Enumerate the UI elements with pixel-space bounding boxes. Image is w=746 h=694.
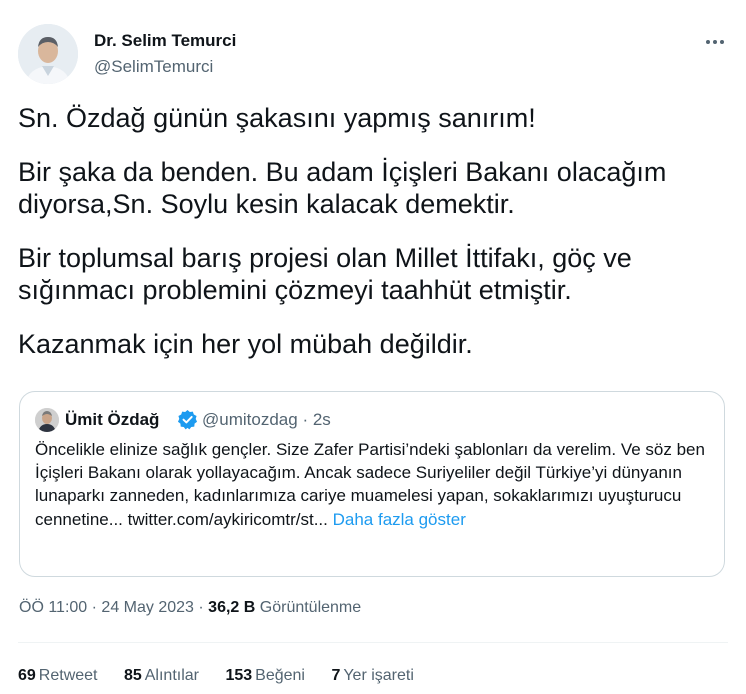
more-options-button[interactable] (700, 30, 730, 54)
tweet-date[interactable]: 24 May 2023 (101, 599, 194, 616)
meta-separator: · (91, 599, 97, 616)
tweet: Dr. Selim Temurci @SelimTemurci Sn. Özda… (0, 0, 746, 694)
quote-text: Öncelikle elinize sağlık gençler. Size Z… (35, 438, 719, 531)
likes-stat[interactable]: 153 Beğeni (225, 667, 305, 685)
tweet-paragraph: Bir toplumsal barış projesi olan Millet … (18, 243, 632, 305)
stat-label: Alıntılar (144, 667, 199, 684)
tweet-paragraph: Sn. Özdağ günün şakasını yapmış sanırım! (18, 103, 536, 133)
stat-count: 85 (123, 667, 142, 684)
more-horizontal-icon (706, 40, 724, 44)
tweet-meta: ÖÖ 11:00 · 24 May 2023 · 36,2 B Görüntül… (19, 599, 361, 617)
quoted-tweet-card[interactable]: Ümit Özdağ @umitozdag · 2s Öncelikle eli… (19, 391, 725, 577)
verified-badge-icon (177, 409, 198, 430)
stat-label: Yer işareti (343, 667, 414, 684)
quotes-stat[interactable]: 85 Alıntılar (124, 667, 199, 685)
show-more-link[interactable]: Daha fazla göster (333, 510, 466, 529)
bookmarks-stat[interactable]: 7 Yer işareti (331, 667, 413, 685)
stat-label: Retweet (38, 667, 98, 684)
stat-count: 7 (331, 667, 341, 684)
stat-count: 153 (225, 667, 253, 684)
quote-handle-text: @umitozdag (202, 410, 298, 429)
quote-separator: · (302, 410, 309, 429)
author-name[interactable]: Dr. Selim Temurci (94, 31, 236, 51)
stat-label: Beğeni (255, 667, 305, 684)
stat-count: 69 (18, 667, 36, 684)
quote-author-name: Ümit Özdağ (65, 410, 160, 429)
quote-time: 2s (312, 410, 331, 429)
tweet-stats: 69 Retweet 85 Alıntılar 153 Beğeni 7 Yer işa… (18, 667, 436, 685)
retweets-stat[interactable]: 69 Retweet (18, 667, 98, 685)
tweet-paragraph: Kazanmak için her yol mübah değildir. (18, 329, 473, 359)
tweet-time[interactable]: ÖÖ 11:00 (19, 599, 87, 616)
tweet-text: Sn. Özdağ günün şakasını yapmış sanırım!… (18, 102, 728, 382)
author-avatar[interactable] (18, 24, 78, 84)
views-count: 36,2 B (208, 599, 256, 616)
author-handle[interactable]: @SelimTemurci (94, 57, 213, 77)
quote-author-handle: @umitozdag · 2s (202, 410, 331, 430)
divider (18, 642, 728, 643)
tweet-paragraph: Bir şaka da benden. Bu adam İçişleri Bak… (18, 157, 667, 219)
views-label: Görüntülenme (259, 599, 362, 616)
quote-author-avatar (35, 408, 59, 432)
meta-separator: · (198, 599, 204, 616)
